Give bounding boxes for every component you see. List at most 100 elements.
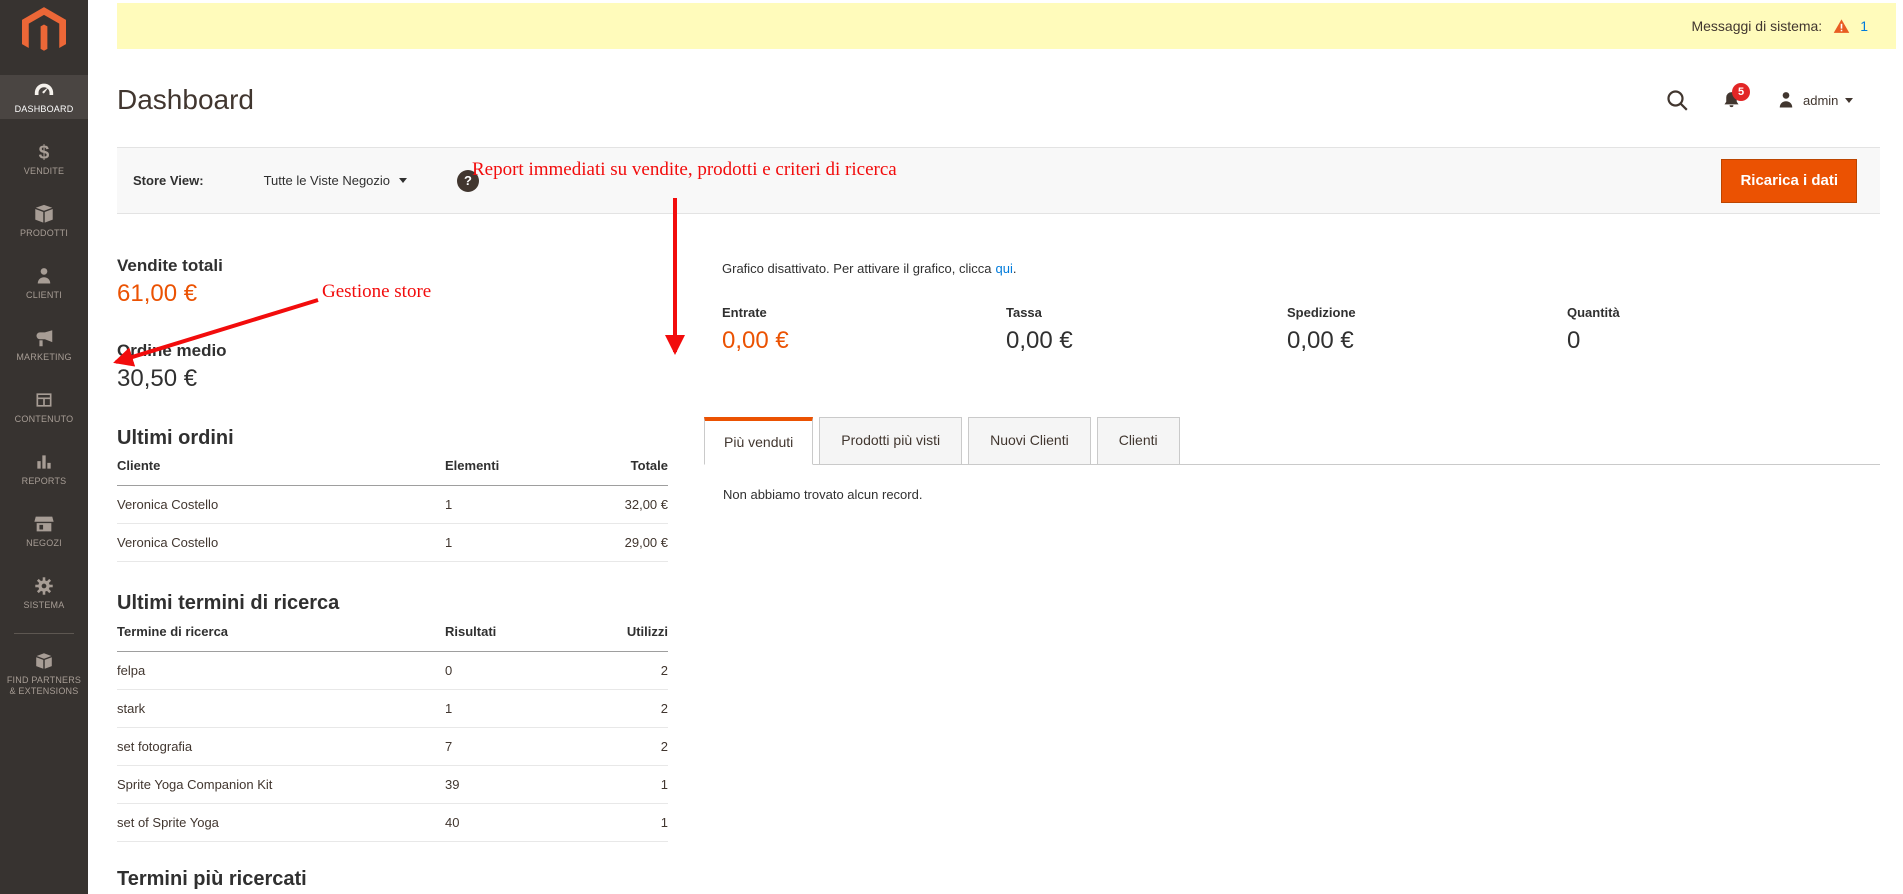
sidebar-item-label: DASHBOARD [14,104,74,114]
magento-admin-dashboard: DASHBOARD $ VENDITE PRODOTTI CLIENTI MAR… [0,0,1903,894]
cell-term: Sprite Yoga Companion Kit [117,765,445,804]
column-header: Elementi [445,452,563,486]
table-row[interactable]: Veronica Costello 1 32,00 € [117,485,668,524]
top-search-terms-title: Termini più ricercati [117,868,307,890]
table-row[interactable]: Sprite Yoga Companion Kit 39 1 [117,765,668,804]
cell-items: 1 [445,523,563,562]
table-row[interactable]: set of Sprite Yoga 40 1 [117,803,668,842]
chart-disabled-suffix: . [1012,261,1017,276]
cell-results: 40 [445,803,563,842]
cell-results: 1 [445,689,563,728]
person-icon [34,265,54,287]
svg-text:$: $ [39,142,50,163]
table-row[interactable]: set fotografia 7 2 [117,727,668,766]
sidebar-item-reports[interactable]: REPORTS [0,447,88,491]
layout-icon [34,389,54,411]
sidebar-item-sistema[interactable]: SISTEMA [0,571,88,615]
sidebar-item-dashboard[interactable]: DASHBOARD [0,75,88,119]
tab-nuovi-clienti[interactable]: Nuovi Clienti [968,417,1091,464]
cell-total: 32,00 € [563,485,668,524]
store-view-toolbar: Store View: Tutte le Viste Negozio ? Ric… [117,147,1880,214]
metric-label: Quantità [1567,305,1620,320]
last-search-terms-title: Ultimi termini di ricerca [117,592,340,614]
chart-disabled-notice: Grafico disattivato. Per attivare il gra… [722,261,1016,276]
search-icon[interactable] [1665,88,1689,112]
tab-clienti[interactable]: Clienti [1096,417,1180,464]
gauge-icon [33,79,55,101]
metric-label: Tassa [1006,305,1042,320]
metric-label: Spedizione [1287,305,1356,320]
table-row[interactable]: felpa 0 2 [117,651,668,690]
cell-term: stark [117,689,445,728]
metric-value: 0,00 € [1006,327,1073,354]
sidebar-item-vendite[interactable]: $ VENDITE [0,137,88,181]
metric-shipping: Spedizione 0,00 € [1287,305,1356,355]
metric-revenue: Entrate 0,00 € [722,305,789,355]
page-title: Dashboard [117,84,254,115]
average-order-label: Ordine medio [117,341,227,360]
admin-user-menu[interactable]: admin [1776,90,1854,110]
reload-data-button[interactable]: Ricarica i dati [1721,158,1857,203]
chart-disabled-text: Grafico disattivato. Per attivare il gra… [722,261,992,276]
tab-empty-message: Non abbiamo trovato alcun record. [723,487,923,502]
tab-prodotti-piu-visti[interactable]: Prodotti più visti [819,417,963,464]
system-messages-bar: Messaggi di sistema: 1 [117,3,1896,49]
box-icon [33,203,55,225]
cell-uses: 1 [563,803,668,842]
annotation-note-left: Gestione store [322,281,432,302]
column-header: Cliente [117,452,445,486]
cell-term: set fotografia [117,727,445,766]
sidebar-item-label: CONTENUTO [14,414,74,424]
sidebar-item-label: REPORTS [21,476,67,486]
admin-sidebar: DASHBOARD $ VENDITE PRODOTTI CLIENTI MAR… [0,0,88,894]
system-messages-count-link[interactable]: 1 [1860,18,1868,34]
metric-value: 0,00 € [722,327,789,354]
sidebar-item-marketing[interactable]: MARKETING [0,323,88,367]
store-view-selector[interactable]: Tutte le Viste Negozio [263,173,408,188]
tab-piu-venduti[interactable]: Più venduti [704,417,814,465]
metric-label: Entrate [722,305,767,320]
sidebar-item-contenuto[interactable]: CONTENUTO [0,385,88,429]
warning-icon [1833,18,1850,33]
sidebar-item-negozi[interactable]: NEGOZI [0,509,88,553]
store-view-label: Store View: [133,173,204,188]
metric-tax: Tassa 0,00 € [1006,305,1073,355]
sidebar-nav: DASHBOARD $ VENDITE PRODOTTI CLIENTI MAR… [0,75,88,718]
sidebar-item-prodotti[interactable]: PRODOTTI [0,199,88,243]
total-sales-label: Vendite totali [117,256,223,275]
magento-logo-icon [22,7,66,51]
cell-term: felpa [117,651,445,690]
table-row[interactable]: stark 1 2 [117,689,668,728]
cell-results: 0 [445,651,563,690]
last-orders-title: Ultimi ordini [117,427,234,449]
gear-icon [33,575,55,597]
column-header: Utilizzi [563,618,668,652]
metric-value: 0,00 € [1287,327,1354,354]
table-row[interactable]: Veronica Costello 1 29,00 € [117,523,668,562]
user-icon [1779,92,1793,108]
notification-badge: 5 [1732,83,1750,101]
metric-value: 0 [1567,327,1581,354]
system-messages-label: Messaggi di sistema: [1691,18,1823,34]
sidebar-item-find-partners[interactable]: FIND PARTNERS & EXTENSIONS [0,646,88,700]
storefront-icon [33,513,55,535]
enable-chart-link[interactable]: qui [996,261,1013,276]
average-order-value: 30,50 € [117,365,198,392]
notifications-button[interactable]: 5 [1721,83,1750,111]
dashboard-tabs: Più venduti Prodotti più visti Nuovi Cli… [704,417,1880,465]
total-sales-value: 61,00 € [117,280,198,307]
magento-logo[interactable] [0,0,88,64]
cell-uses: 2 [563,651,668,690]
sidebar-item-clienti[interactable]: CLIENTI [0,261,88,305]
cell-results: 39 [445,765,563,804]
last-orders-table: Cliente Elementi Totale Veronica Costell… [117,452,668,562]
sidebar-item-label: CLIENTI [26,290,62,300]
column-header: Risultati [445,618,563,652]
sidebar-divider [14,633,74,634]
store-view-selected-value: Tutte le Viste Negozio [263,173,391,188]
cell-customer: Veronica Costello [117,485,445,524]
cell-uses: 1 [563,765,668,804]
sidebar-item-label: SISTEMA [23,600,65,610]
table-header-row: Termine di ricerca Risultati Utilizzi [117,618,668,652]
column-header: Totale [563,452,668,486]
